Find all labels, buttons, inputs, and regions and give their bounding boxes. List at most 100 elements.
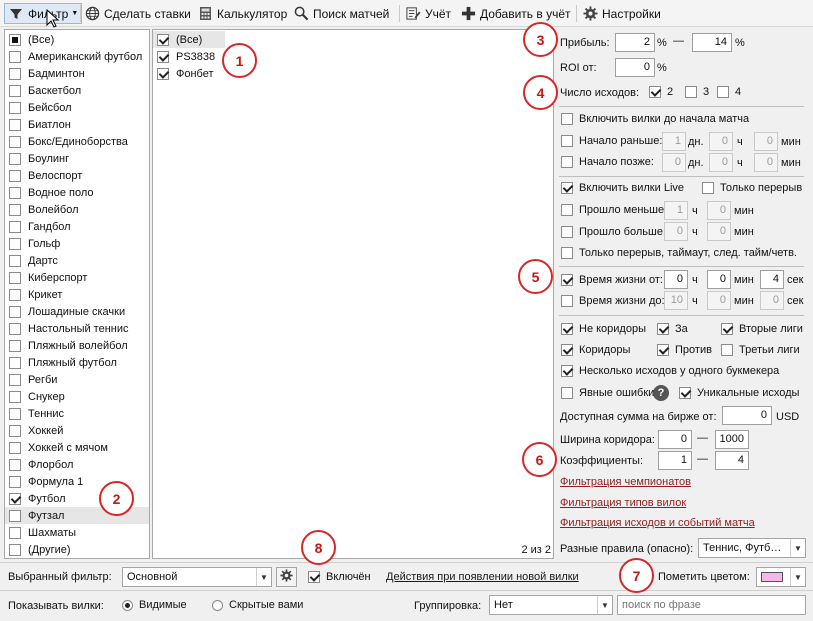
checkbox[interactable] xyxy=(9,526,21,539)
sport-item[interactable]: Снукер xyxy=(5,388,149,405)
calculator-button[interactable]: Калькулятор xyxy=(197,3,287,24)
lifetime-to-checkbox[interactable]: Время жизни до: xyxy=(561,295,665,307)
sport-item[interactable]: Водное поло xyxy=(5,184,149,201)
coefficients-from[interactable]: 1 xyxy=(658,451,692,470)
diff-rules-select[interactable]: Теннис, Футб… ▼ xyxy=(698,538,806,558)
less-minutes-input[interactable]: 0 xyxy=(707,201,731,220)
elapsed-less-checkbox[interactable]: Прошло меньше: xyxy=(561,204,667,216)
checkbox[interactable] xyxy=(561,204,573,216)
against-checkbox[interactable]: Против xyxy=(657,344,712,356)
checkbox[interactable] xyxy=(657,344,669,356)
new-arb-actions-link[interactable]: Действия при появлении новой вилки xyxy=(386,571,579,583)
roi-input[interactable]: 0 xyxy=(615,58,655,77)
sport-item[interactable]: Бейсбол xyxy=(5,99,149,116)
sport-item[interactable]: Хоккей xyxy=(5,422,149,439)
checkbox[interactable] xyxy=(9,322,21,335)
outcome-2-checkbox[interactable]: 2 xyxy=(649,86,673,98)
lifetime-to-hours[interactable]: 10 xyxy=(664,291,688,310)
mark-color-select[interactable]: ▼ xyxy=(756,567,806,587)
checkbox[interactable] xyxy=(157,50,169,63)
more-hours-input[interactable]: 0 xyxy=(664,222,688,241)
checkbox[interactable] xyxy=(561,365,573,377)
filter-select[interactable]: Основной ▼ xyxy=(122,567,272,587)
checkbox[interactable] xyxy=(9,288,21,301)
earlier-days-input[interactable]: 1 xyxy=(662,132,686,151)
checkbox[interactable] xyxy=(9,509,21,522)
phrase-search-input[interactable] xyxy=(617,595,806,615)
visible-radio[interactable]: Видимые xyxy=(122,599,187,611)
filter-outcomes-link[interactable]: Фильтрация исходов и событий матча xyxy=(560,517,755,529)
checkbox[interactable] xyxy=(561,344,573,356)
add-to-accounting-button[interactable]: Добавить в учёт xyxy=(460,3,571,24)
sport-item[interactable]: Пляжный футбол xyxy=(5,354,149,371)
checkbox[interactable] xyxy=(9,237,21,250)
sport-item[interactable]: Боулинг xyxy=(5,150,149,167)
sport-item[interactable]: Велоспорт xyxy=(5,167,149,184)
multi-outcomes-checkbox[interactable]: Несколько исходов у одного букмекера xyxy=(561,365,779,377)
corridor-width-from[interactable]: 0 xyxy=(658,430,692,449)
start-earlier-checkbox[interactable]: Начало раньше: xyxy=(561,135,662,147)
checkbox[interactable] xyxy=(9,271,21,284)
sport-item[interactable]: Гольф xyxy=(5,235,149,252)
sport-item[interactable]: (Другие) xyxy=(5,541,149,558)
checkbox[interactable] xyxy=(9,67,21,80)
profit-from-input[interactable]: 2 xyxy=(615,33,655,52)
checkbox[interactable] xyxy=(561,295,573,307)
prematch-checkbox[interactable]: Включить вилки до начала матча xyxy=(561,113,749,125)
checkbox[interactable] xyxy=(649,86,661,98)
checkbox[interactable] xyxy=(9,118,21,131)
checkbox[interactable] xyxy=(9,390,21,403)
bookmaker-item[interactable]: PS3838 xyxy=(153,48,225,65)
filter-button[interactable]: Фильтр ▼ xyxy=(4,3,83,24)
third-leagues-checkbox[interactable]: Третьи лиги xyxy=(721,344,800,356)
lifetime-from-hours[interactable]: 0 xyxy=(664,270,688,289)
filter-championships-link[interactable]: Фильтрация чемпионатов xyxy=(560,476,691,488)
later-hours-input[interactable]: 0 xyxy=(709,153,733,172)
sport-item[interactable]: Хоккей с мячом xyxy=(5,439,149,456)
sport-item[interactable]: Бокс/Единоборства xyxy=(5,133,149,150)
checkbox[interactable] xyxy=(9,186,21,199)
radio[interactable] xyxy=(212,599,223,611)
checkbox[interactable] xyxy=(9,152,21,165)
help-icon[interactable]: ? xyxy=(653,385,669,401)
checkbox[interactable] xyxy=(561,387,573,399)
checkbox[interactable] xyxy=(721,323,733,335)
hidden-radio[interactable]: Скрытые вами xyxy=(212,599,303,611)
checkbox[interactable] xyxy=(9,33,21,46)
bookmaker-item[interactable]: Фонбет xyxy=(153,65,225,82)
checkbox[interactable] xyxy=(679,387,691,399)
for-checkbox[interactable]: За xyxy=(657,323,688,335)
accounting-button[interactable]: Учёт xyxy=(405,3,451,24)
less-hours-input[interactable]: 1 xyxy=(664,201,688,220)
checkbox[interactable] xyxy=(561,113,573,125)
checkbox[interactable] xyxy=(9,339,21,352)
checkbox[interactable] xyxy=(561,156,573,168)
profit-to-input[interactable]: 14 xyxy=(692,33,732,52)
sport-item[interactable]: Дартс xyxy=(5,252,149,269)
lifetime-from-seconds[interactable]: 4 xyxy=(760,270,784,289)
earlier-minutes-input[interactable]: 0 xyxy=(754,132,778,151)
checkbox[interactable] xyxy=(9,254,21,267)
sport-item[interactable]: Пляжный волейбол xyxy=(5,337,149,354)
checkbox[interactable] xyxy=(9,492,21,505)
sport-item[interactable]: Бадминтон xyxy=(5,65,149,82)
sport-item[interactable]: Настольный теннис xyxy=(5,320,149,337)
enabled-checkbox[interactable]: Включён xyxy=(308,571,371,583)
checkbox[interactable] xyxy=(657,323,669,335)
checkbox[interactable] xyxy=(561,274,573,286)
checkbox[interactable] xyxy=(9,458,21,471)
only-break-checkbox[interactable]: Только перерыв xyxy=(702,182,802,194)
lifetime-to-seconds[interactable]: 0 xyxy=(760,291,784,310)
checkbox[interactable] xyxy=(9,543,21,556)
checkbox[interactable] xyxy=(561,247,573,259)
checkbox[interactable] xyxy=(9,50,21,63)
sport-item[interactable]: Гандбол xyxy=(5,218,149,235)
sport-item[interactable]: Крикет xyxy=(5,286,149,303)
filter-settings-button[interactable] xyxy=(276,567,297,587)
obvious-errors-checkbox[interactable]: Явные ошибки xyxy=(561,387,654,399)
coefficients-to[interactable]: 4 xyxy=(715,451,749,470)
more-minutes-input[interactable]: 0 xyxy=(707,222,731,241)
not-corridors-checkbox[interactable]: Не коридоры xyxy=(561,323,646,335)
earlier-hours-input[interactable]: 0 xyxy=(709,132,733,151)
sport-item[interactable]: (Все) xyxy=(5,31,149,48)
